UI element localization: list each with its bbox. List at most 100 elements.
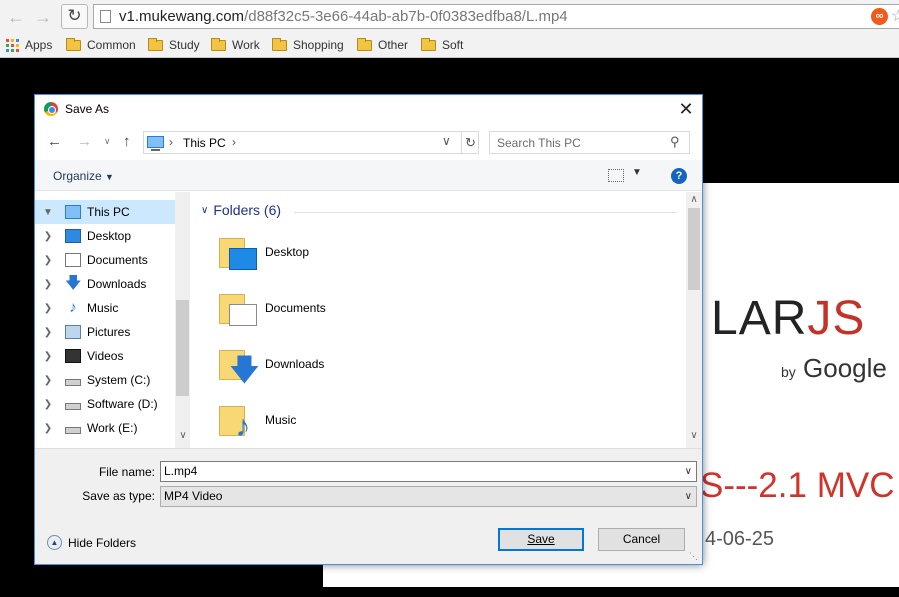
drive-icon bbox=[65, 426, 81, 434]
back-icon[interactable]: ← bbox=[47, 133, 62, 150]
refresh-icon[interactable]: ↻ bbox=[461, 132, 479, 153]
downloads-folder-icon: 🡇 bbox=[219, 346, 260, 386]
resize-grip-icon[interactable]: ⋱ bbox=[689, 551, 699, 561]
hide-folders-button[interactable]: ▲ Hide Folders bbox=[47, 535, 136, 550]
bookmark-folder[interactable]: Common bbox=[66, 37, 136, 53]
bookmark-folder[interactable]: Study bbox=[148, 37, 200, 53]
chevron-right-icon[interactable]: ❯ bbox=[35, 231, 57, 242]
forward-icon[interactable]: → bbox=[77, 133, 92, 150]
tree-label: System (C:) bbox=[87, 373, 151, 387]
chevron-right-icon[interactable]: ❯ bbox=[35, 303, 57, 314]
tree-item-pictures[interactable]: ❯ Pictures bbox=[35, 320, 175, 344]
chevron-down-icon[interactable]: ∨ bbox=[685, 487, 692, 506]
breadcrumb[interactable]: › This PC › ∨ ↻ bbox=[143, 131, 479, 154]
search-input[interactable]: Search This PC ⚲ bbox=[489, 131, 690, 154]
back-icon[interactable]: ← bbox=[5, 6, 27, 28]
folder-item-music[interactable]: ♪ Music bbox=[219, 396, 519, 444]
tree-label: Downloads bbox=[87, 277, 147, 291]
recent-locations-icon[interactable]: ∨ bbox=[104, 136, 111, 147]
folders-group-header[interactable]: ∨ Folders (6) bbox=[201, 202, 281, 218]
bookmark-folder[interactable]: Work bbox=[211, 37, 260, 53]
file-name-field[interactable]: L.mp4 ∨ bbox=[160, 461, 697, 482]
tree-label: Software (D:) bbox=[87, 397, 158, 411]
up-icon[interactable]: ↑ bbox=[123, 133, 131, 150]
dialog-title-bar[interactable]: Save As ✕ bbox=[35, 95, 702, 124]
navigation-scrollbar[interactable]: ∨ bbox=[175, 192, 190, 448]
hide-folders-label: Hide Folders bbox=[68, 535, 137, 550]
folder-item-documents[interactable]: Documents bbox=[219, 284, 519, 332]
bookmark-label: Common bbox=[87, 38, 136, 52]
bookmark-apps[interactable]: Apps bbox=[6, 37, 52, 53]
scrollbar-thumb[interactable] bbox=[176, 300, 189, 396]
chevron-right-icon[interactable]: ❯ bbox=[35, 327, 57, 338]
cancel-button[interactable]: Cancel bbox=[598, 528, 685, 551]
chevron-right-icon[interactable]: ❯ bbox=[35, 399, 57, 410]
chevron-down-icon[interactable]: ∨ bbox=[442, 134, 451, 148]
organize-menu[interactable]: Organize ▼ bbox=[53, 169, 114, 183]
by-google-logo: by Google bbox=[781, 353, 887, 384]
chevron-down-icon[interactable]: ∨ bbox=[685, 462, 692, 481]
folder-content-pane: ∨ Folders (6) Desktop Documents 🡇 Downlo… bbox=[191, 192, 702, 448]
tree-item-desktop[interactable]: ❯ Desktop bbox=[35, 224, 175, 248]
reload-icon[interactable]: ↻ bbox=[61, 4, 88, 29]
breadcrumb-item[interactable]: This PC bbox=[183, 136, 226, 150]
chevron-right-icon[interactable]: ❯ bbox=[35, 375, 57, 386]
scroll-down-icon[interactable]: ∨ bbox=[686, 430, 702, 441]
url-text[interactable]: v1.mukewang.com/d88f32c5-3e66-44ab-ab7b-… bbox=[119, 8, 568, 25]
chevron-down-icon[interactable]: ▼ bbox=[35, 207, 57, 218]
forward-icon[interactable]: → bbox=[32, 6, 54, 28]
close-button[interactable]: ✕ bbox=[671, 98, 701, 120]
chevron-right-icon[interactable]: ❯ bbox=[35, 255, 57, 266]
drive-icon bbox=[65, 402, 81, 410]
tree-item-software-drive[interactable]: ❯ Software (D:) bbox=[35, 392, 175, 416]
chevron-right-icon[interactable]: ❯ bbox=[35, 423, 57, 434]
folder-icon bbox=[421, 37, 436, 51]
bookmark-label: Shopping bbox=[293, 38, 344, 52]
scroll-up-icon[interactable]: ∧ bbox=[686, 194, 702, 205]
infinity-extension-icon[interactable]: ∞ bbox=[871, 8, 888, 25]
bookmark-star-icon[interactable]: ☆ bbox=[891, 6, 899, 26]
tree-label: Videos bbox=[87, 349, 124, 363]
address-bar[interactable]: v1.mukewang.com/d88f32c5-3e66-44ab-ab7b-… bbox=[93, 4, 899, 29]
google-text: Google bbox=[803, 353, 887, 383]
tree-item-this-pc[interactable]: ▼ This PC bbox=[35, 200, 175, 224]
save-button[interactable]: Save bbox=[498, 528, 584, 551]
tree-item-music[interactable]: ❯ ♪ Music bbox=[35, 296, 175, 320]
lesson-date: 4-06-25 bbox=[705, 528, 774, 550]
bookmark-folder[interactable]: Other bbox=[357, 37, 408, 53]
folder-item-desktop[interactable]: Desktop bbox=[219, 228, 519, 276]
tree-item-downloads[interactable]: ❯ 🡇 Downloads bbox=[35, 272, 175, 296]
chevron-right-icon[interactable]: ❯ bbox=[35, 351, 57, 362]
chevron-right-icon[interactable]: ❯ bbox=[35, 279, 57, 290]
tree-item-documents[interactable]: ❯ Documents bbox=[35, 248, 175, 272]
save-type-select[interactable]: MP4 Video ∨ bbox=[160, 486, 697, 507]
help-icon[interactable]: ? bbox=[671, 168, 687, 184]
folder-item-downloads[interactable]: 🡇 Downloads bbox=[219, 340, 519, 388]
tree-label: This PC bbox=[87, 205, 130, 219]
chevron-right-icon[interactable]: › bbox=[169, 135, 173, 149]
chevron-down-icon[interactable]: ∨ bbox=[201, 205, 208, 216]
folder-name: Desktop bbox=[265, 245, 310, 259]
content-scrollbar[interactable]: ∧ ∨ bbox=[686, 192, 702, 448]
bookmark-folder[interactable]: Shopping bbox=[272, 37, 344, 53]
folder-icon bbox=[66, 37, 81, 51]
scrollbar-thumb[interactable] bbox=[688, 208, 700, 290]
caret-down-icon[interactable]: ▼ bbox=[632, 167, 642, 178]
save-type-label: Save as type: bbox=[82, 489, 155, 503]
logo-dark-text: LAR bbox=[711, 292, 808, 345]
save-options-panel: File name: L.mp4 ∨ Save as type: MP4 Vid… bbox=[35, 448, 702, 564]
view-options-icon[interactable] bbox=[608, 169, 624, 182]
chevron-right-icon[interactable]: › bbox=[232, 135, 236, 149]
tree-item-videos[interactable]: ❯ Videos bbox=[35, 344, 175, 368]
bookmark-folder[interactable]: Soft bbox=[421, 37, 463, 53]
folder-icon bbox=[357, 37, 372, 51]
apps-grid-icon bbox=[6, 38, 19, 52]
page-icon bbox=[100, 10, 111, 23]
lesson-heading: S---2.1 MVC bbox=[700, 466, 895, 505]
tree-item-work-drive[interactable]: ❯ Work (E:) bbox=[35, 416, 175, 440]
scroll-down-icon[interactable]: ∨ bbox=[175, 430, 190, 441]
tree-item-system-drive[interactable]: ❯ System (C:) bbox=[35, 368, 175, 392]
file-name-label: File name: bbox=[98, 465, 155, 479]
chevron-up-icon: ▲ bbox=[47, 535, 62, 550]
music-icon: ♪ bbox=[69, 299, 77, 316]
